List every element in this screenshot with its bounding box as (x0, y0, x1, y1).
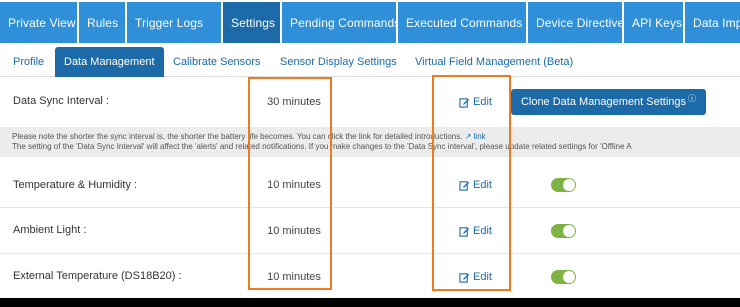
subtab-profile[interactable]: Profile (13, 47, 44, 77)
question-circle-icon[interactable]: ⓘ (688, 93, 696, 104)
note-line-2: The setting of the 'Data Sync Interval' … (12, 142, 632, 151)
tab-data-import-export[interactable]: Data Import/E (685, 2, 740, 43)
tab-private-view[interactable]: Private View (0, 2, 77, 43)
row-divider (0, 207, 740, 208)
top-navigation: Private View Rules Trigger Logs Settings… (0, 0, 740, 45)
sensor-label-external-temperature: External Temperature (DS18B20) : (13, 270, 182, 282)
value-column-highlight (248, 77, 332, 290)
row-divider (0, 253, 740, 254)
clone-button-label: Clone Data Management Settings (520, 96, 687, 108)
subtab-data-management[interactable]: Data Management (55, 47, 164, 77)
sync-interval-note: Please note the shorter the sync interva… (0, 127, 740, 157)
tab-api-keys[interactable]: API Keys (624, 2, 683, 43)
sensor-toggle-external-temperature[interactable] (551, 270, 576, 284)
tab-rules[interactable]: Rules (79, 2, 125, 43)
settings-subtabs: Profile Data Management Calibrate Sensor… (0, 45, 740, 77)
subtab-calibrate-sensors[interactable]: Calibrate Sensors (173, 47, 260, 77)
tab-executed-commands[interactable]: Executed Commands (398, 2, 526, 43)
tab-device-directive[interactable]: Device Directive (528, 2, 624, 43)
clone-data-management-settings-button[interactable]: Clone Data Management Settings ⓘ (511, 89, 706, 115)
sensor-label-ambient-light: Ambient Light : (13, 224, 87, 236)
sensor-toggle-ambient-light[interactable] (551, 224, 576, 238)
sensor-toggle-temperature-humidity[interactable] (551, 178, 576, 192)
tab-trigger-logs[interactable]: Trigger Logs (127, 2, 221, 43)
bottom-border (0, 298, 740, 307)
sensor-label-temperature-humidity: Temperature & Humidity : (13, 179, 138, 191)
subtab-sensor-display-settings[interactable]: Sensor Display Settings (280, 47, 397, 77)
note-line-1: Please note the shorter the sync interva… (12, 132, 486, 141)
tab-pending-commands[interactable]: Pending Commands (282, 2, 400, 43)
tab-settings[interactable]: Settings (223, 2, 280, 43)
subtab-virtual-field-management[interactable]: Virtual Field Management (Beta) (415, 47, 573, 77)
sync-interval-label: Data Sync Interval : (13, 95, 109, 107)
edit-column-highlight (432, 75, 511, 291)
